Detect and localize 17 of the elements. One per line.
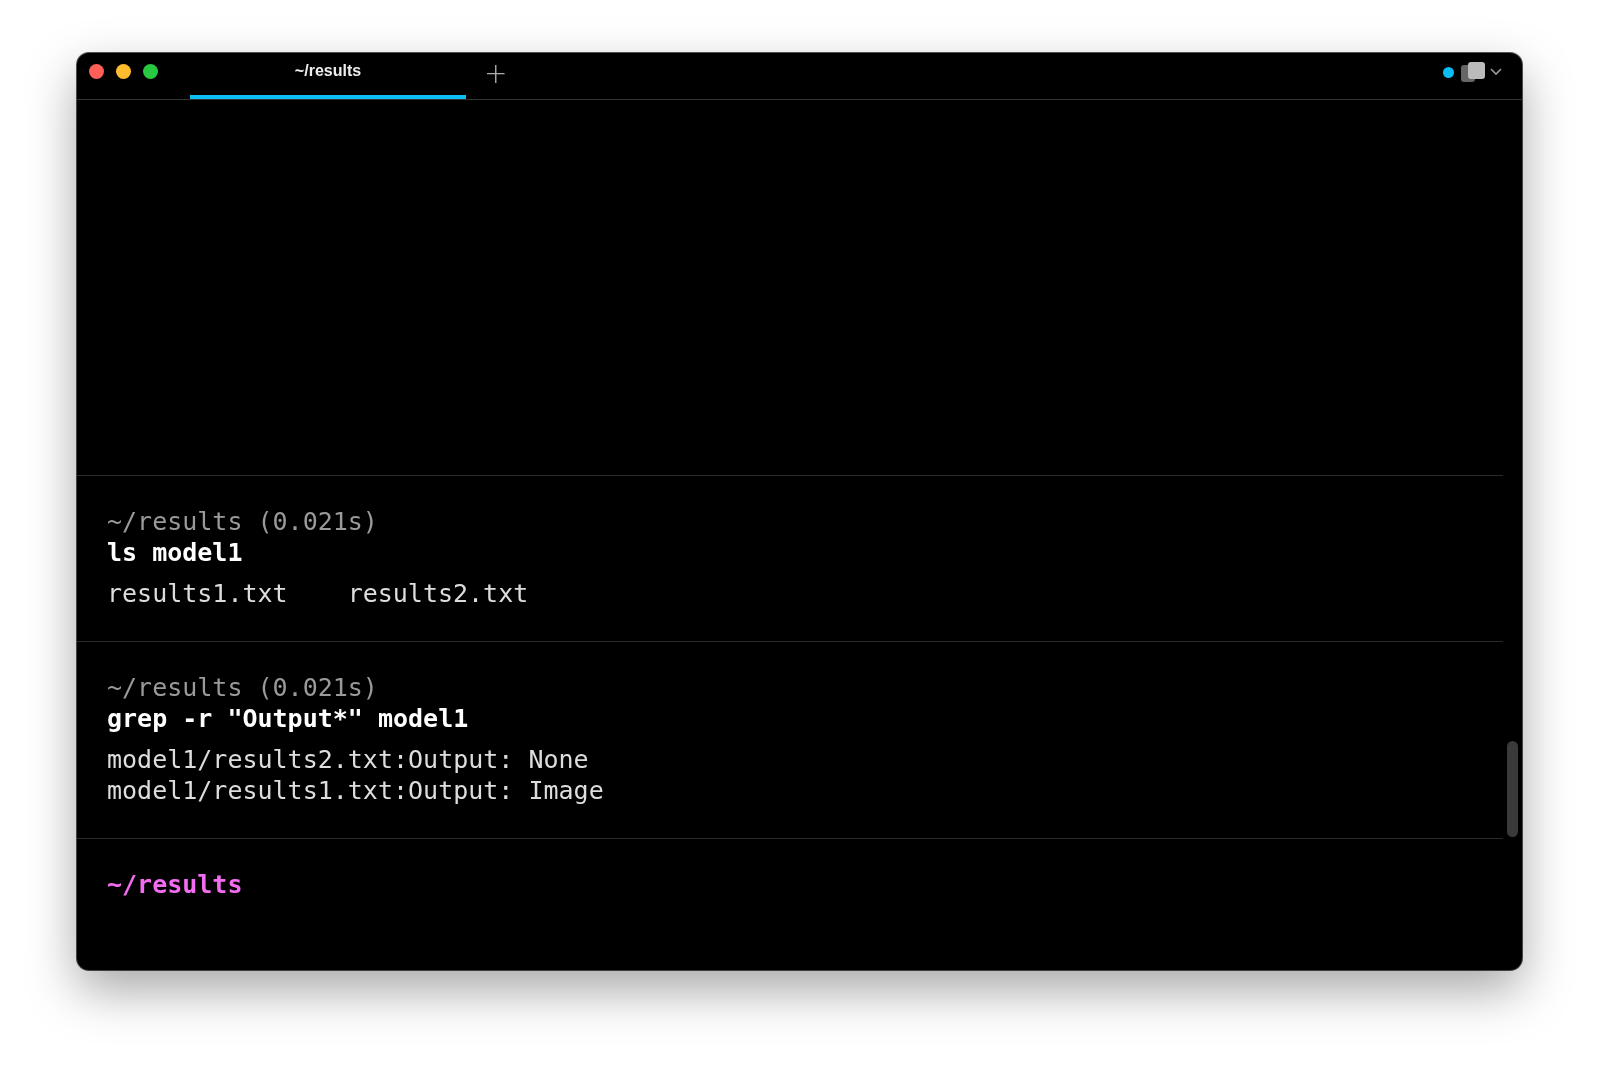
minimize-button[interactable] [116,63,131,79]
file-name: results1.txt [107,578,288,609]
tab[interactable]: ~/results [190,53,466,99]
file-name: results2.txt [347,578,529,609]
zoom-button[interactable] [143,63,158,79]
panes-dropdown-icon[interactable] [1460,61,1504,83]
prompt-text: ~/results [107,869,243,900]
output-line: model1/results1.txt:Output: Image [107,775,605,806]
block-header: ~/results (0.021s) [107,506,379,537]
output-line: model1/results2.txt:Output: None [107,744,590,775]
status-dot-icon [1443,66,1454,78]
command-text: ls model1 [107,537,244,568]
block-header: ~/results (0.021s) [107,672,379,703]
new-tab-button[interactable]: + [476,53,516,99]
scrollbar-thumb[interactable] [1507,741,1518,837]
close-button[interactable] [89,63,104,79]
command-text: grep -r "Output*" model1 [107,703,470,734]
